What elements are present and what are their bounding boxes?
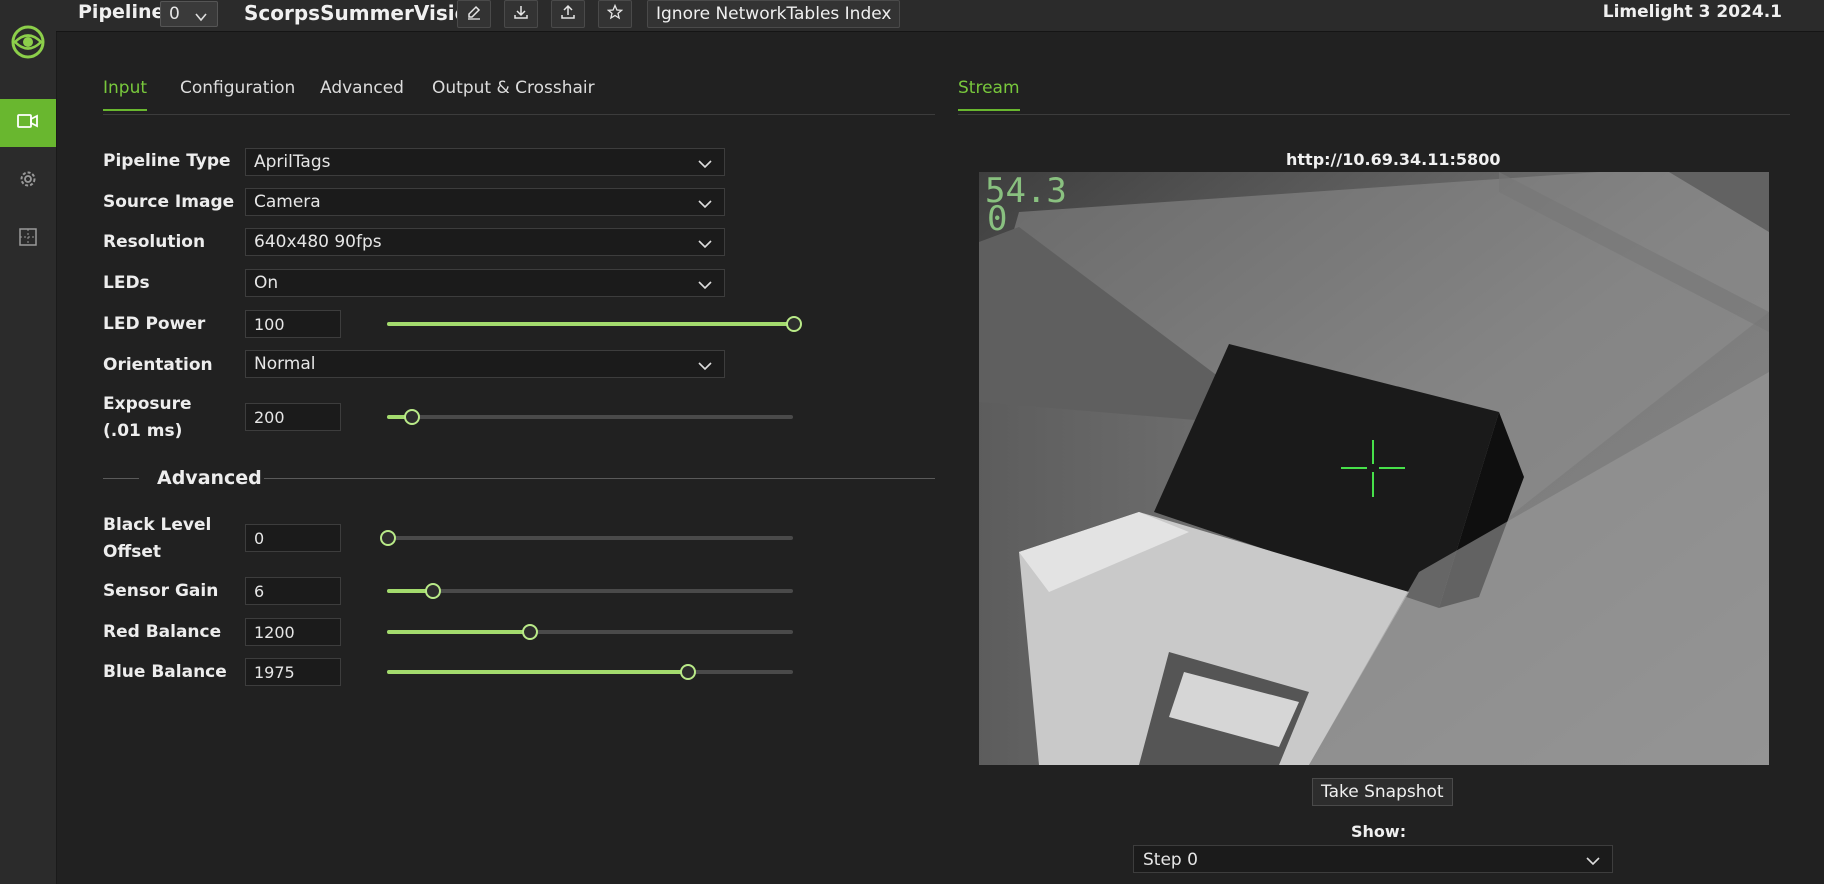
slider-track — [387, 415, 793, 419]
pipeline-type-select[interactable]: AprilTags — [245, 148, 725, 176]
resolution-value: 640x480 90fps — [254, 232, 382, 252]
blue-balance-value: 1975 — [254, 663, 295, 682]
blue-balance-input[interactable]: 1975 — [245, 658, 341, 686]
pipeline-index-select[interactable]: 0 — [160, 1, 218, 27]
star-icon — [606, 3, 624, 25]
pipeline-type-value: AprilTags — [254, 152, 331, 172]
orientation-select[interactable]: Normal — [245, 350, 725, 378]
led-power-input[interactable]: 100 — [245, 310, 341, 338]
sensor-gain-label: Sensor Gain — [103, 581, 219, 601]
slider-thumb[interactable] — [522, 624, 539, 640]
upload-icon — [560, 4, 576, 25]
show-step-value: Step 0 — [1143, 850, 1198, 870]
slider-fill — [387, 322, 793, 326]
section-divider — [264, 478, 935, 479]
source-image-select[interactable]: Camera — [245, 188, 725, 216]
limelight-logo-icon[interactable] — [4, 18, 52, 66]
download-icon — [513, 4, 529, 25]
chevron-down-icon — [698, 195, 712, 215]
pipeline-label: Pipeline: — [78, 1, 172, 23]
led-power-value: 100 — [254, 315, 285, 334]
resolution-label: Resolution — [103, 232, 206, 252]
section-divider — [103, 478, 139, 479]
camera-frame-graphic — [979, 172, 1769, 765]
black-level-offset-slider[interactable] — [380, 530, 793, 546]
led-power-label: LED Power — [103, 314, 206, 334]
exposure-label: Exposure (.01 ms) — [103, 394, 192, 441]
sensor-gain-input[interactable]: 6 — [245, 577, 341, 605]
leds-label: LEDs — [103, 273, 150, 293]
exposure-value: 200 — [254, 408, 285, 427]
stream-tabs: Stream — [958, 76, 1790, 115]
slider-fill — [387, 670, 688, 674]
black-level-offset-input[interactable]: 0 — [245, 524, 341, 552]
red-balance-value: 1200 — [254, 623, 295, 642]
blue-balance-slider[interactable] — [387, 664, 793, 680]
camera-icon — [17, 113, 39, 134]
sidebar-item-camera[interactable] — [0, 99, 56, 147]
camera-stream-image: 54.3 0 — [979, 172, 1769, 765]
slider-thumb[interactable] — [380, 530, 396, 546]
stream-url[interactable]: http://10.69.34.11:5800 — [1286, 150, 1500, 169]
chevron-down-icon — [698, 155, 712, 175]
slider-track — [387, 589, 793, 593]
chevron-down-icon — [698, 276, 712, 296]
rename-button[interactable] — [457, 0, 491, 28]
tab-advanced[interactable]: Advanced — [320, 78, 404, 109]
pencil-icon — [466, 4, 482, 25]
sidebar-item-settings[interactable] — [0, 157, 56, 205]
red-balance-slider[interactable] — [387, 624, 793, 640]
chevron-down-icon — [698, 357, 712, 377]
pipeline-type-label: Pipeline Type — [103, 151, 231, 171]
blue-balance-label: Blue Balance — [103, 662, 227, 682]
slider-thumb[interactable] — [786, 316, 802, 332]
slider-track — [387, 536, 793, 540]
settings-tabs: Input Configuration Advanced Output & Cr… — [103, 76, 935, 115]
red-balance-input[interactable]: 1200 — [245, 618, 341, 646]
exposure-slider[interactable] — [387, 409, 793, 425]
slider-fill — [387, 630, 530, 634]
ignore-networktables-index-button[interactable]: Ignore NetworkTables Index — [647, 0, 901, 28]
version-label: Limelight 3 2024.1 — [1602, 2, 1782, 22]
advanced-section-title: Advanced — [157, 467, 262, 489]
pipeline-index-value: 0 — [169, 4, 180, 24]
top-bar: Pipeline: 0 ScorpsSummerVision Ignore Ne… — [56, 0, 1824, 32]
led-power-slider[interactable] — [387, 316, 802, 332]
tab-input[interactable]: Input — [103, 78, 148, 111]
leds-select[interactable]: On — [245, 269, 725, 297]
chevron-down-icon — [698, 235, 712, 255]
stream-overlay-value: 0 — [987, 199, 1008, 239]
favorite-button[interactable] — [598, 0, 632, 28]
sensor-gain-slider[interactable] — [387, 583, 793, 599]
tab-configuration[interactable]: Configuration — [180, 78, 295, 109]
sensor-gain-value: 6 — [254, 582, 265, 601]
download-button[interactable] — [504, 0, 538, 28]
pipeline-name: ScorpsSummerVision — [244, 1, 483, 25]
show-label: Show: — [1351, 822, 1407, 841]
orientation-value: Normal — [254, 354, 316, 374]
tab-output-crosshair[interactable]: Output & Crosshair — [432, 78, 595, 109]
chevron-down-icon — [195, 7, 207, 27]
leds-value: On — [254, 273, 279, 293]
sidebar — [0, 0, 57, 884]
upload-button[interactable] — [551, 0, 585, 28]
take-snapshot-button[interactable]: Take Snapshot — [1312, 778, 1453, 806]
orientation-label: Orientation — [103, 355, 213, 375]
red-balance-label: Red Balance — [103, 622, 222, 642]
gear-icon — [18, 169, 38, 194]
source-image-label: Source Image — [103, 192, 235, 212]
slider-thumb[interactable] — [404, 409, 421, 425]
tab-stream[interactable]: Stream — [958, 78, 1020, 111]
resolution-select[interactable]: 640x480 90fps — [245, 228, 725, 256]
sidebar-item-grid[interactable] — [0, 215, 56, 263]
source-image-value: Camera — [254, 192, 321, 212]
grid-icon — [19, 227, 37, 251]
black-level-offset-label: Black Level Offset — [103, 515, 212, 562]
slider-thumb[interactable] — [680, 664, 697, 680]
exposure-input[interactable]: 200 — [245, 403, 341, 431]
slider-thumb[interactable] — [424, 583, 441, 599]
chevron-down-icon — [1586, 852, 1600, 872]
show-step-select[interactable]: Step 0 — [1133, 845, 1613, 873]
black-level-offset-value: 0 — [254, 529, 265, 548]
